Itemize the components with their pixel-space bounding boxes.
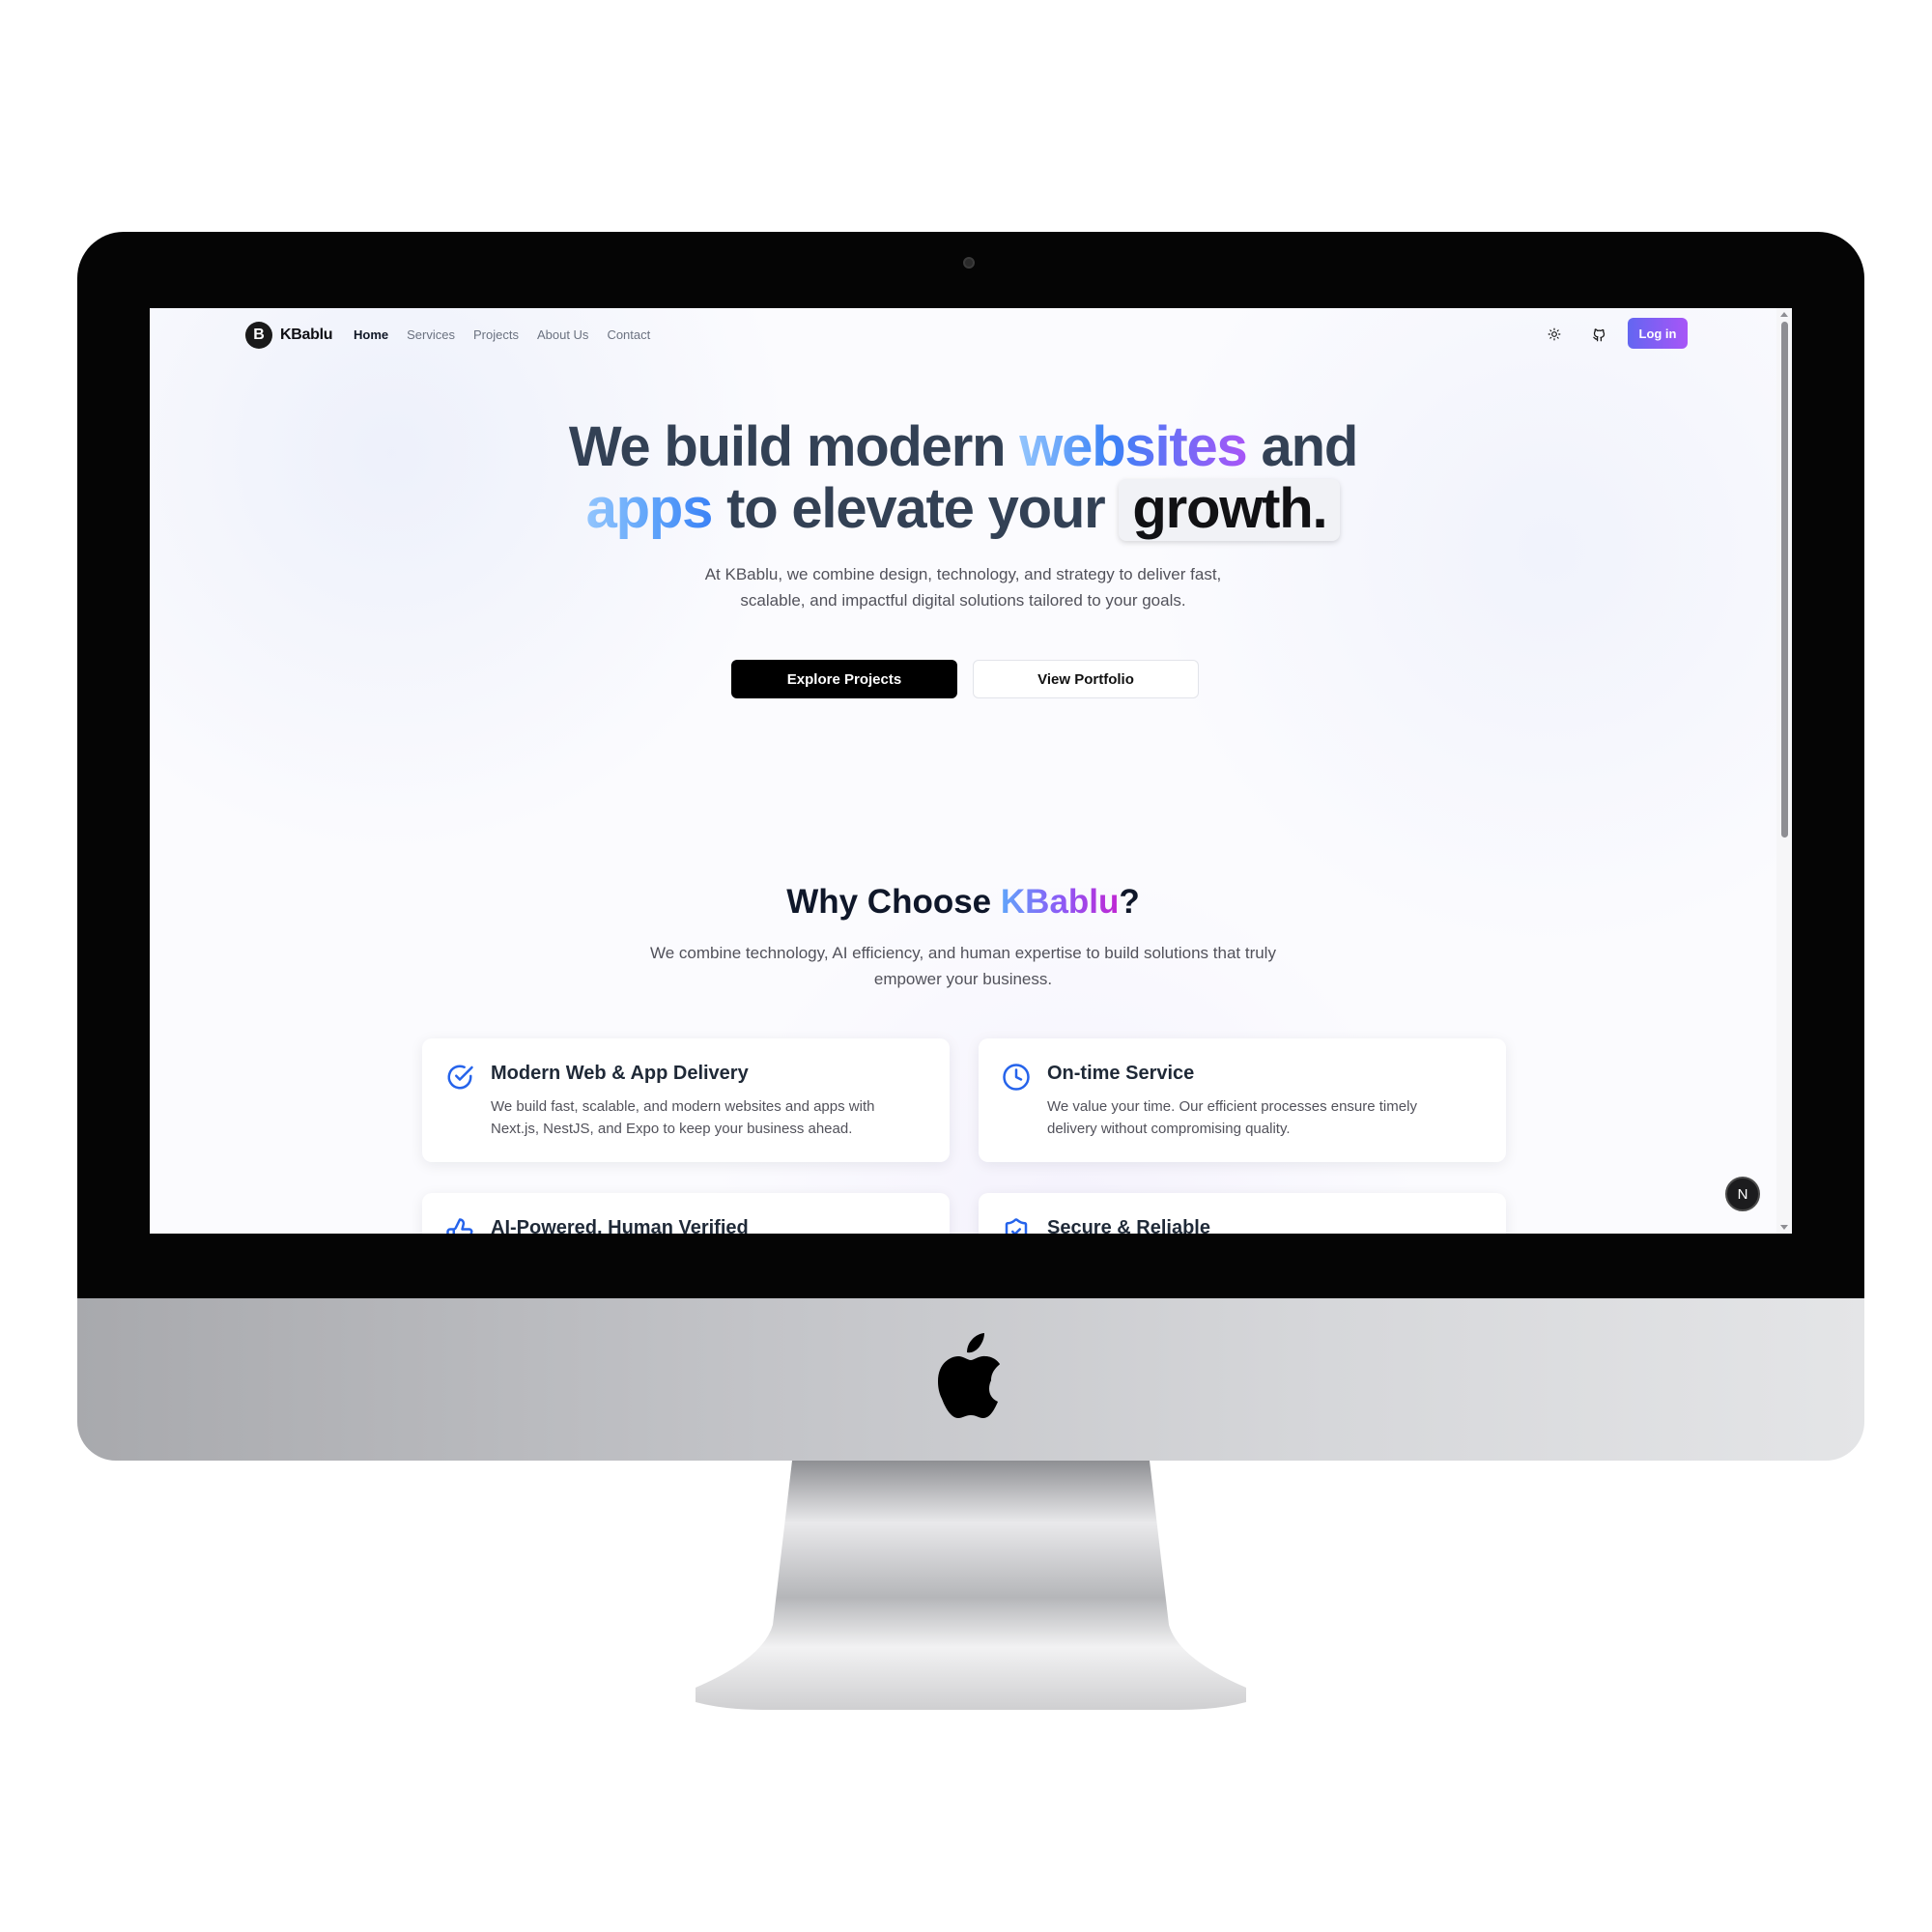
scrollbar-thumb[interactable] (1781, 322, 1788, 838)
scroll-up-icon[interactable] (1780, 312, 1788, 317)
github-button[interactable] (1588, 324, 1609, 345)
hero-highlight-websites: websites (1019, 415, 1248, 478)
nav-link-services[interactable]: Services (407, 327, 455, 342)
apple-logo-icon (938, 1333, 1000, 1418)
hero-title-text: and (1246, 415, 1359, 478)
sun-icon (1548, 327, 1561, 341)
thumbs-up-icon (446, 1218, 473, 1234)
navbar: B KBablu Home Services Projects About Us… (150, 308, 1776, 362)
why-choose-subtitle: We combine technology, AI efficiency, an… (650, 944, 1276, 988)
brand-name: KBablu (280, 327, 333, 343)
nav-link-projects[interactable]: Projects (473, 327, 519, 342)
check-circle-icon (447, 1065, 473, 1090)
hero-highlight-growth: growth. (1119, 479, 1341, 541)
theme-toggle-button[interactable] (1544, 324, 1565, 345)
feature-card: On-time Service We value your time. Our … (979, 1038, 1506, 1162)
shield-check-icon (1005, 1218, 1028, 1234)
hero-title: We build modern websites and apps to ele… (150, 416, 1776, 541)
feature-card: AI-Powered, Human Verified (422, 1193, 950, 1234)
nav-link-contact[interactable]: Contact (607, 327, 650, 342)
camera-icon (963, 257, 975, 269)
browser-viewport: B KBablu Home Services Projects About Us… (150, 308, 1792, 1234)
feature-description: We value your time. Our efficient proces… (1047, 1098, 1417, 1137)
why-choose-title: Why Choose KBablu? (150, 883, 1776, 922)
logo-mark-icon: B (245, 322, 272, 349)
hero-highlight-apps: apps (585, 477, 714, 540)
monitor-stand (696, 1461, 1246, 1710)
feature-title: Secure & Reliable (1047, 1217, 1210, 1234)
nav-link-home[interactable]: Home (354, 327, 388, 342)
why-title-text: Why Choose (786, 883, 1001, 921)
why-title-brand: KBablu (1000, 883, 1120, 921)
feature-title: On-time Service (1047, 1063, 1195, 1084)
explore-projects-button[interactable]: Explore Projects (731, 660, 957, 698)
nav-links: Home Services Projects About Us Contact (354, 327, 650, 342)
clock-icon (1003, 1064, 1030, 1091)
feature-card: Modern Web & App Delivery We build fast,… (422, 1038, 950, 1162)
feature-description: We build fast, scalable, and modern webs… (491, 1098, 875, 1137)
feature-title: Modern Web & App Delivery (491, 1063, 749, 1084)
why-title-text: ? (1119, 883, 1140, 921)
github-icon (1592, 327, 1605, 341)
brand-logo[interactable]: B KBablu (245, 322, 333, 349)
view-portfolio-button[interactable]: View Portfolio (973, 660, 1199, 698)
feature-card: Secure & Reliable (979, 1193, 1506, 1234)
feature-title: AI-Powered, Human Verified (491, 1217, 749, 1234)
scrollbar[interactable] (1776, 308, 1792, 1234)
login-button[interactable]: Log in (1628, 318, 1688, 349)
nextjs-dev-badge[interactable]: N (1725, 1177, 1760, 1211)
hero-title-text: We build modern (568, 415, 1020, 478)
hero-subtitle: At KBablu, we combine design, technology… (704, 565, 1222, 610)
hero-title-text: to elevate your (712, 477, 1120, 540)
nav-link-about-us[interactable]: About Us (537, 327, 588, 342)
scroll-down-icon[interactable] (1780, 1225, 1788, 1230)
